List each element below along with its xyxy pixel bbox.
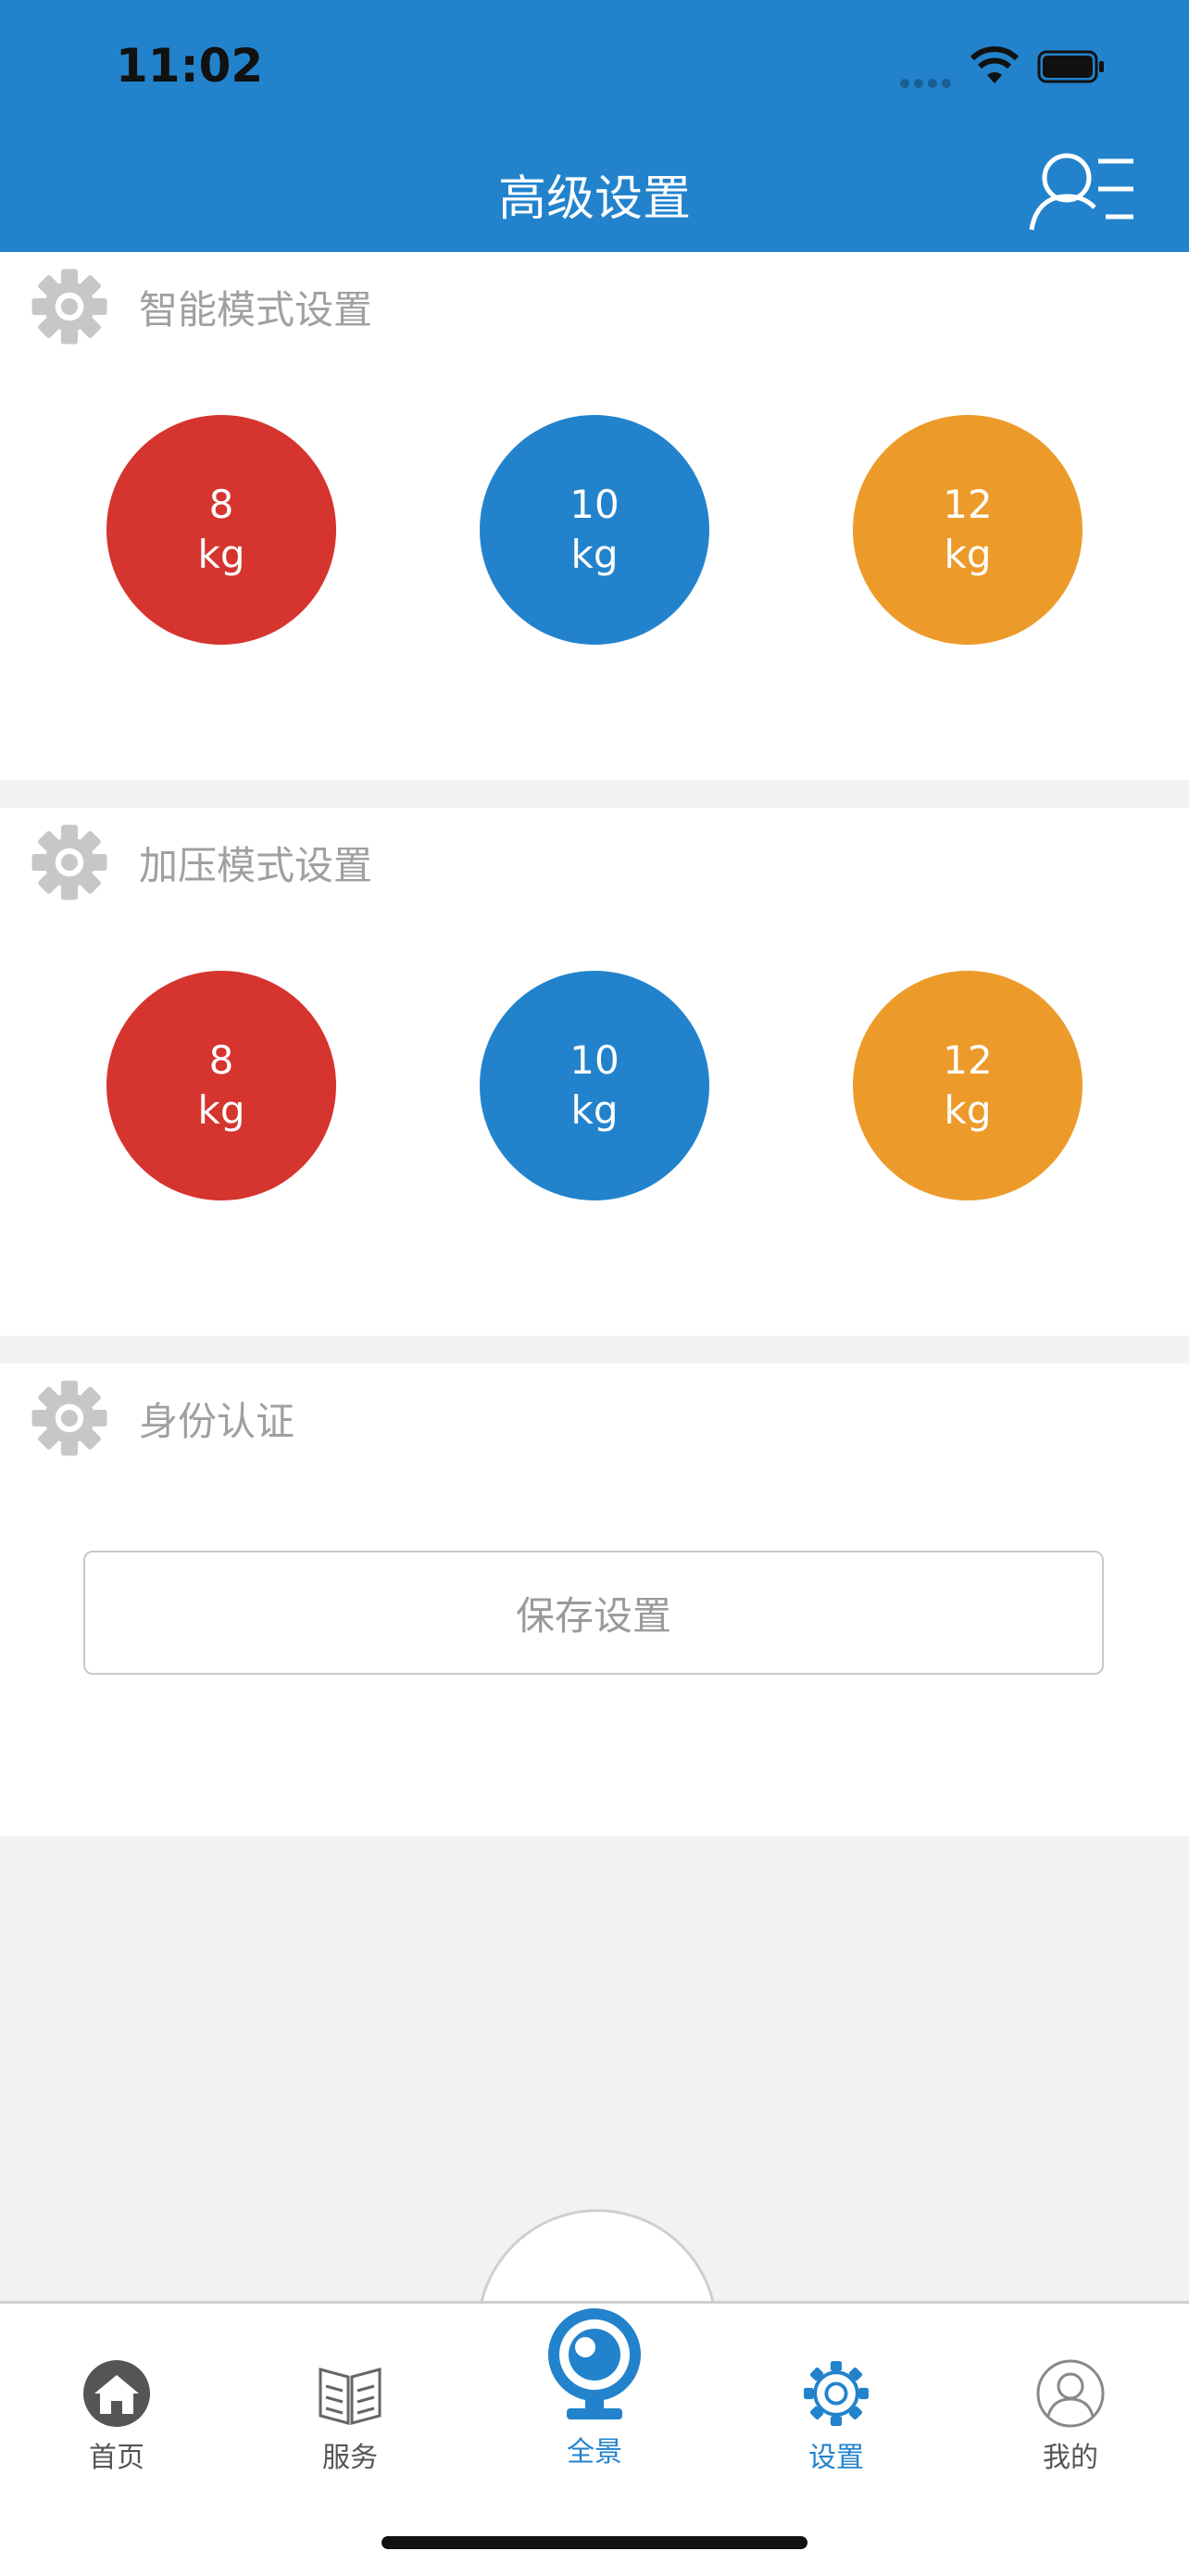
weight-option-10kg[interactable]: 10 kg bbox=[480, 971, 709, 1200]
weight-value: 10 bbox=[569, 482, 620, 527]
weight-option-10kg[interactable]: 10 kg bbox=[480, 415, 709, 645]
tab-label: 服务 bbox=[322, 2442, 378, 2474]
weight-options: 8 kg 10 kg 12 kg bbox=[0, 971, 1189, 1200]
weight-value: 8 bbox=[208, 1037, 234, 1083]
section-title: 身份认证 bbox=[139, 1398, 295, 1444]
weight-options: 8 kg 10 kg 12 kg bbox=[0, 415, 1189, 645]
section-title: 加压模式设置 bbox=[139, 842, 373, 888]
battery-icon bbox=[1037, 50, 1104, 83]
weight-unit: kg bbox=[944, 532, 992, 577]
section-header: 加压模式设置 bbox=[28, 821, 372, 904]
user-icon bbox=[1036, 2359, 1105, 2428]
weight-unit: kg bbox=[944, 1087, 992, 1133]
wifi-icon bbox=[970, 46, 1019, 83]
gear-icon bbox=[31, 824, 107, 900]
weight-value: 8 bbox=[208, 482, 234, 527]
pressure-mode-section: 加压模式设置 8 kg 10 kg 12 kg bbox=[0, 808, 1189, 1336]
weight-option-12kg[interactable]: 12 kg bbox=[853, 415, 1083, 645]
weight-value: 12 bbox=[943, 1037, 993, 1083]
camera-icon bbox=[548, 2308, 641, 2419]
top-bar: 11:02 高级设置 bbox=[0, 0, 1189, 252]
tab-label: 我的 bbox=[1043, 2442, 1098, 2474]
identity-section: 身份认证 保存设置 bbox=[0, 1363, 1189, 1836]
weight-value: 10 bbox=[569, 1037, 620, 1083]
weight-option-8kg[interactable]: 8 kg bbox=[106, 971, 336, 1200]
tab-mine[interactable]: 我的 bbox=[987, 2358, 1154, 2475]
gear-icon bbox=[31, 269, 107, 345]
gear-icon bbox=[31, 1380, 107, 1456]
tab-label: 首页 bbox=[89, 2442, 144, 2474]
page-title: 高级设置 bbox=[497, 171, 691, 227]
home-indicator[interactable] bbox=[382, 2536, 807, 2549]
tab-label: 设置 bbox=[808, 2442, 864, 2474]
section-header: 智能模式设置 bbox=[28, 265, 372, 348]
smart-mode-section: 智能模式设置 8 kg 10 kg 12 kg bbox=[0, 252, 1189, 780]
weight-option-12kg[interactable]: 12 kg bbox=[853, 971, 1083, 1200]
signal-icon bbox=[900, 74, 956, 88]
save-settings-button[interactable]: 保存设置 bbox=[83, 1551, 1104, 1675]
gear-icon bbox=[804, 2361, 869, 2426]
weight-unit: kg bbox=[197, 1087, 245, 1133]
home-icon bbox=[83, 2360, 150, 2427]
section-header: 身份认证 bbox=[28, 1376, 294, 1460]
weight-value: 12 bbox=[943, 482, 993, 527]
book-icon bbox=[319, 2368, 382, 2425]
tab-home[interactable]: 首页 bbox=[33, 2358, 200, 2475]
tab-service[interactable]: 服务 bbox=[267, 2358, 433, 2475]
weight-unit: kg bbox=[570, 1087, 619, 1133]
tab-settings[interactable]: 设置 bbox=[753, 2358, 920, 2475]
weight-unit: kg bbox=[570, 532, 619, 577]
weight-unit: kg bbox=[197, 532, 245, 577]
user-list-icon[interactable] bbox=[1028, 148, 1137, 233]
weight-option-8kg[interactable]: 8 kg bbox=[106, 415, 336, 645]
tab-label: 全景 bbox=[567, 2436, 622, 2469]
section-title: 智能模式设置 bbox=[139, 286, 373, 333]
tab-panorama[interactable]: 全景 bbox=[511, 2303, 678, 2469]
status-time: 11:02 bbox=[116, 39, 264, 93]
